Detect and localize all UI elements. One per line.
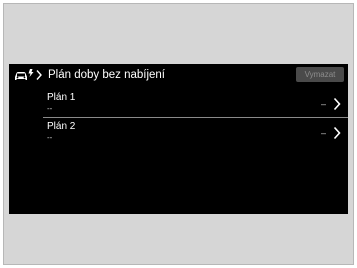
delete-button[interactable]: Vymazat (296, 67, 344, 82)
car-charging-icon (15, 69, 34, 80)
plan-row-label: Plán 2 (47, 121, 76, 132)
plan-row-value: -- (47, 133, 53, 142)
row-divider (43, 117, 348, 118)
page-title: Plán doby bez nabíjení (48, 69, 166, 81)
plan-row-label: Plán 1 (47, 92, 76, 103)
chevron-right-icon[interactable] (332, 126, 342, 140)
plan-row-indicator: – (320, 128, 326, 138)
screen-header: Plán doby bez nabíjení Vymazat (9, 64, 348, 86)
plan-row-indicator: – (320, 99, 326, 109)
plan-row-value: -- (47, 104, 53, 113)
plan-row-1[interactable]: Plán 1 -- – (43, 90, 348, 116)
breadcrumb-chevron-icon (36, 70, 42, 80)
navigation-screen: Plán doby bez nabíjení Vymazat Plán 1 --… (9, 64, 348, 214)
plan-row-2[interactable]: Plán 2 -- – (43, 119, 348, 145)
chevron-right-icon[interactable] (332, 97, 342, 111)
